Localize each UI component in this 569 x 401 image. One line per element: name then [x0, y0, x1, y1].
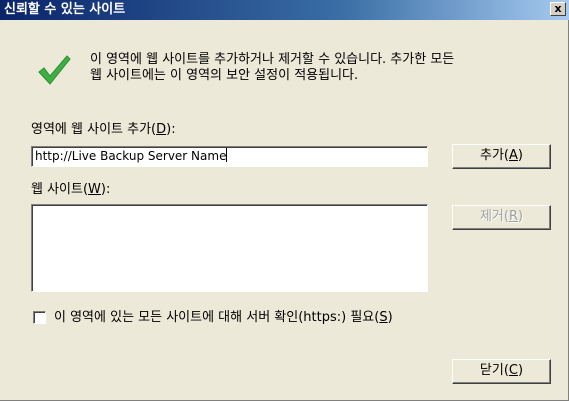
close-button-suffix: ) — [518, 363, 524, 378]
add-site-label-prefix: 영역에 웹 사이트 추가( — [31, 122, 157, 137]
websites-label-accel: W — [88, 182, 101, 197]
site-url-input[interactable]: http://Live Backup Server Name — [31, 146, 428, 167]
remove-button-prefix: 제거( — [479, 209, 509, 224]
add-site-label-accel: D — [156, 122, 167, 137]
https-required-label[interactable]: 이 영역에 있는 모든 사이트에 대해 서버 확인(https:) 필요(S) — [54, 310, 393, 326]
trusted-sites-dialog: 신뢰할 수 있는 사이트 x 이 영역에 웹 사이트를 추가하거나 제거할 수 … — [0, 0, 569, 401]
websites-list[interactable] — [31, 204, 428, 292]
text-caret — [226, 148, 228, 162]
close-button-accel: C — [508, 363, 518, 378]
https-label-prefix: 이 영역에 있는 모든 사이트에 대해 서버 확인(https:) 필요( — [54, 310, 380, 325]
https-required-checkbox[interactable] — [33, 311, 46, 324]
add-button-accel: A — [509, 148, 518, 163]
title-bar: 신뢰할 수 있는 사이트 x — [0, 0, 569, 20]
remove-button-accel: R — [508, 209, 518, 224]
close-button-prefix: 닫기( — [479, 363, 509, 378]
close-icon[interactable]: x — [550, 2, 566, 16]
info-line-1: 이 영역에 웹 사이트를 추가하거나 제거할 수 있습니다. 추가한 모든 — [90, 52, 455, 67]
remove-button[interactable]: 제거(R) — [452, 205, 551, 230]
window-title: 신뢰할 수 있는 사이트 — [4, 2, 126, 17]
info-text: 이 영역에 웹 사이트를 추가하거나 제거할 수 있습니다. 추가한 모든 웹 … — [90, 52, 560, 84]
add-button-suffix: ) — [517, 148, 523, 163]
close-glyph: x — [554, 2, 562, 15]
add-button[interactable]: 추가(A) — [452, 144, 551, 169]
https-label-accel: S — [379, 310, 388, 325]
https-label-suffix: ) — [387, 310, 393, 325]
add-site-label-suffix: ): — [166, 122, 176, 137]
info-line-2: 웹 사이트에는 이 영역의 보안 설정이 적용됩니다. — [90, 68, 359, 83]
websites-label-suffix: ): — [100, 182, 111, 197]
websites-label-prefix: 웹 사이트( — [31, 182, 89, 197]
remove-button-suffix: ) — [517, 209, 524, 224]
close-button[interactable]: 닫기(C) — [452, 359, 551, 384]
websites-label: 웹 사이트(W): — [31, 182, 110, 198]
add-site-label: 영역에 웹 사이트 추가(D): — [31, 122, 176, 138]
site-url-value: http://Live Backup Server Name — [35, 149, 227, 163]
green-check-icon — [38, 55, 71, 85]
add-button-prefix: 추가( — [480, 148, 509, 163]
